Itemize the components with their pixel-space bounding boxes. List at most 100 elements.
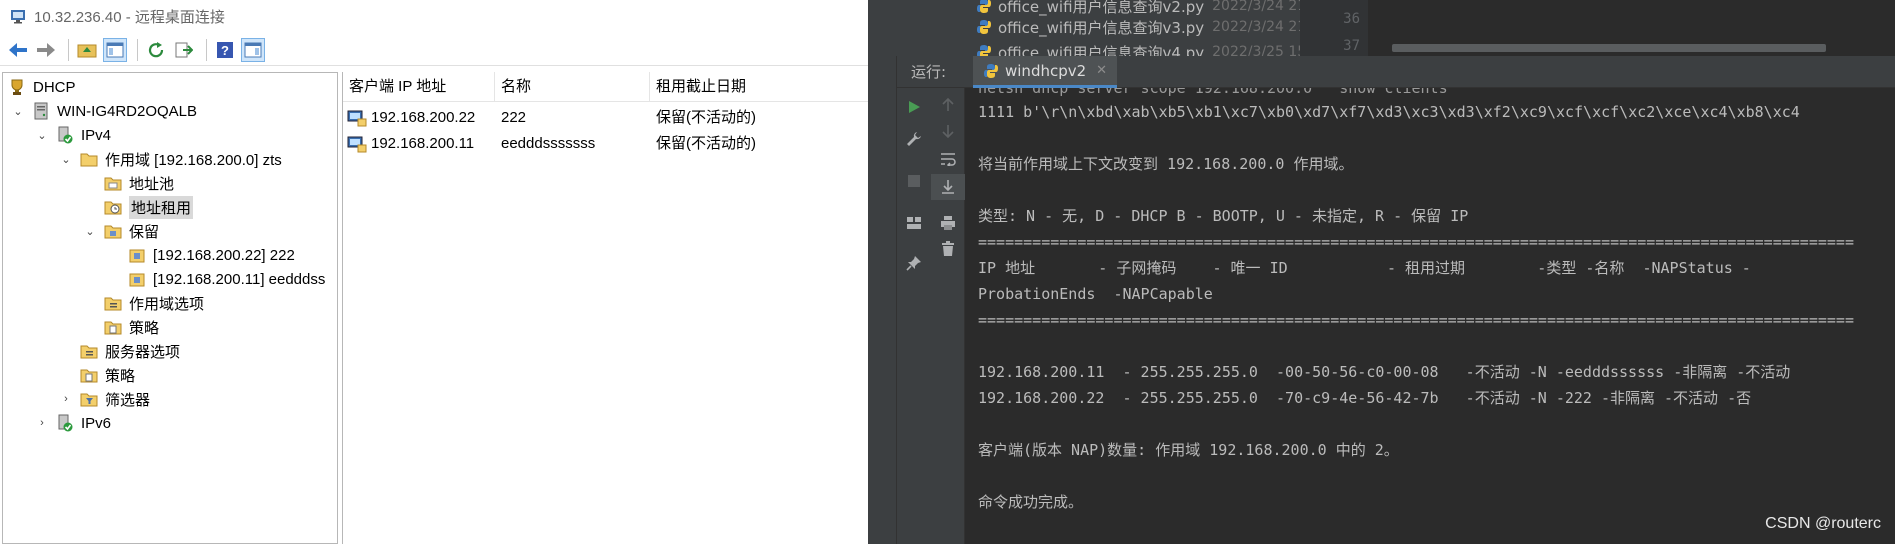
lease-clock-icon — [103, 198, 123, 216]
collapse-chevron-icon[interactable]: ⌄ — [35, 128, 49, 142]
reservation-folder-icon — [103, 222, 123, 240]
editor-gutter: 36 37 — [1300, 0, 1368, 56]
console-line: IP 地址 - 子网掩码 - 唯一 ID - 租用过期 -类型 -名称 -NAP… — [978, 259, 1751, 277]
tree-label: IPv4 — [81, 126, 112, 144]
close-tab-icon[interactable]: ✕ — [1096, 63, 1107, 78]
tree-label: 策略 — [105, 367, 136, 385]
rerun-button[interactable] — [897, 94, 931, 120]
project-file-item[interactable]: office_wifi用户信息查询v3.py 2022/3/24 21:5 — [976, 15, 1320, 39]
tree-node-reservation-2[interactable]: [192.168.200.11] eedddss — [127, 267, 325, 291]
tree-node-server[interactable]: ⌄ WIN-IG4RD2OQALB — [11, 99, 197, 123]
tree-node-reservation-1[interactable]: [192.168.200.22] 222 — [127, 243, 295, 267]
console-line: 192.168.200.22 - 255.255.255.0 -70-c9-4e… — [978, 389, 1752, 407]
filter-icon — [79, 390, 99, 408]
remote-desktop-window: 10.32.236.40 - 远程桌面连接 ? DHCP ⌄ WIN-IG4RD… — [0, 0, 868, 544]
scroll-down-button[interactable] — [931, 118, 965, 144]
toolbar-separator — [68, 38, 69, 61]
column-header-name[interactable]: 名称 — [495, 72, 650, 102]
tree-node-address-pool[interactable]: 地址池 — [103, 171, 174, 195]
scroll-up-button[interactable] — [931, 92, 965, 118]
console-line: 将当前作用域上下文改变到 192.168.200.0 作用域。 — [978, 155, 1354, 173]
action-pane-button[interactable] — [241, 37, 265, 62]
run-console-output[interactable]: netsh dhcp server scope 192.168.200.0 sh… — [966, 88, 1895, 544]
window-title: 10.32.236.40 - 远程桌面连接 — [34, 8, 225, 26]
python-file-icon — [977, 20, 991, 34]
print-button[interactable] — [931, 210, 965, 236]
console-line: ProbationEnds -NAPCapable — [978, 285, 1213, 303]
expand-chevron-icon[interactable]: › — [35, 416, 49, 430]
collapse-chevron-icon[interactable]: ⌄ — [11, 104, 25, 118]
forward-arrow-icon — [37, 42, 55, 57]
console-line: 类型: N - 无, D - DHCP B - BOOTP, U - 未指定, … — [978, 207, 1469, 225]
console-line: 1111 b'\r\n\xbd\xab\xb5\xb1\xc7\xb0\xd7\… — [978, 103, 1800, 121]
tree-node-ipv4[interactable]: ⌄ IPv4 — [35, 123, 111, 147]
tree-node-ipv6[interactable]: › IPv6 — [35, 411, 111, 435]
tree-node-scope-policies[interactable]: 策略 — [103, 315, 159, 339]
tree-label: WIN-IG4RD2OQALB — [57, 102, 198, 120]
tree-node-dhcp[interactable]: DHCP — [7, 75, 76, 99]
layout-button[interactable] — [897, 210, 931, 236]
settings-wrench-button[interactable] — [897, 126, 931, 152]
action-pane-icon — [244, 42, 262, 57]
csdn-watermark: CSDN @routerc — [1765, 515, 1881, 532]
tree-node-server-policies[interactable]: 策略 — [79, 363, 135, 387]
file-name: office_wifi用户信息查询v4.py — [998, 43, 1205, 57]
collapse-chevron-icon[interactable]: ⌄ — [83, 224, 97, 238]
export-icon — [175, 42, 193, 57]
scroll-to-end-icon — [942, 180, 954, 194]
column-header-client-ip[interactable]: 客户端 IP 地址 — [343, 72, 495, 102]
address-pool-icon — [103, 174, 123, 192]
console-tree-icon — [106, 42, 124, 57]
console-line: netsh dhcp server scope 192.168.200.0 sh… — [978, 88, 1448, 97]
expand-chevron-icon[interactable]: › — [59, 392, 73, 406]
folder-up-icon — [77, 44, 97, 57]
stop-button[interactable] — [897, 168, 931, 194]
ide-side-strip: 结构 — [868, 56, 897, 544]
tree-node-reservations[interactable]: ⌄ 保留 — [83, 219, 159, 243]
tree-node-address-leases[interactable]: 地址租用 — [103, 195, 194, 219]
tree-label: 服务器选项 — [105, 343, 181, 361]
file-name: office_wifi用户信息查询v3.py — [998, 18, 1205, 37]
tree-node-scope[interactable]: ⌄ 作用域 [192.168.200.0] zts — [59, 147, 281, 171]
show-hide-tree-button[interactable] — [103, 37, 127, 62]
project-file-item[interactable]: office_wifi用户信息查询v4.py 2022/3/25 15:1 — [976, 40, 1320, 56]
tree-label: DHCP — [33, 78, 76, 96]
cell-client-ip: 192.168.200.11 — [371, 135, 475, 152]
run-toolbar-secondary — [931, 88, 965, 544]
up-folder-button[interactable] — [75, 38, 99, 62]
refresh-icon — [148, 41, 164, 57]
list-row[interactable]: 192.168.200.11 eedddsssssss 保留(不活动的) — [343, 131, 868, 157]
pin-tab-button[interactable] — [897, 250, 931, 276]
line-number: 36 — [1343, 11, 1360, 27]
tree-node-server-options[interactable]: 服务器选项 — [79, 339, 180, 363]
reservation-computer-icon — [347, 109, 367, 127]
tree-node-filters[interactable]: › 筛选器 — [59, 387, 150, 411]
help-icon: ? — [217, 41, 233, 58]
ide-top-area: office_wifi用户信息查询v2.py 2022/3/24 21:5 of… — [868, 0, 1895, 56]
python-run-icon — [984, 63, 998, 78]
server-options-icon — [79, 342, 99, 360]
refresh-button[interactable] — [144, 38, 168, 62]
cell-lease-expiry: 保留(不活动的) — [656, 109, 756, 126]
horizontal-scrollbar[interactable] — [1392, 44, 1826, 52]
list-row[interactable]: 192.168.200.22 222 保留(不活动的) — [343, 105, 868, 131]
collapse-chevron-icon[interactable]: ⌄ — [59, 152, 73, 166]
tree-label: [192.168.200.11] eedddss — [153, 270, 326, 288]
cell-lease-expiry: 保留(不活动的) — [656, 135, 756, 152]
back-button[interactable] — [6, 38, 30, 62]
tree-node-scope-options[interactable]: 作用域选项 — [103, 291, 204, 315]
ide-window: office_wifi用户信息查询v2.py 2022/3/24 21:5 of… — [868, 0, 1895, 544]
reservation-computer-icon — [347, 135, 367, 153]
run-tab-windhcpv2[interactable]: windhcpv2 ✕ — [973, 56, 1118, 88]
forward-button[interactable] — [34, 38, 58, 62]
console-line: 客户端(版本 NAP)数量: 作用域 192.168.200.0 中的 2。 — [978, 441, 1399, 459]
console-line: 192.168.200.11 - 255.255.255.0 -00-50-56… — [978, 363, 1791, 381]
soft-wrap-button[interactable] — [931, 146, 965, 172]
export-list-button[interactable] — [172, 38, 196, 62]
scroll-to-end-button[interactable] — [931, 174, 965, 200]
clear-all-button[interactable] — [931, 236, 965, 262]
printer-icon — [941, 216, 955, 230]
column-header-lease-expiry[interactable]: 租用截止日期 — [650, 72, 868, 102]
policy-icon — [103, 318, 123, 336]
help-button[interactable]: ? — [213, 38, 237, 62]
